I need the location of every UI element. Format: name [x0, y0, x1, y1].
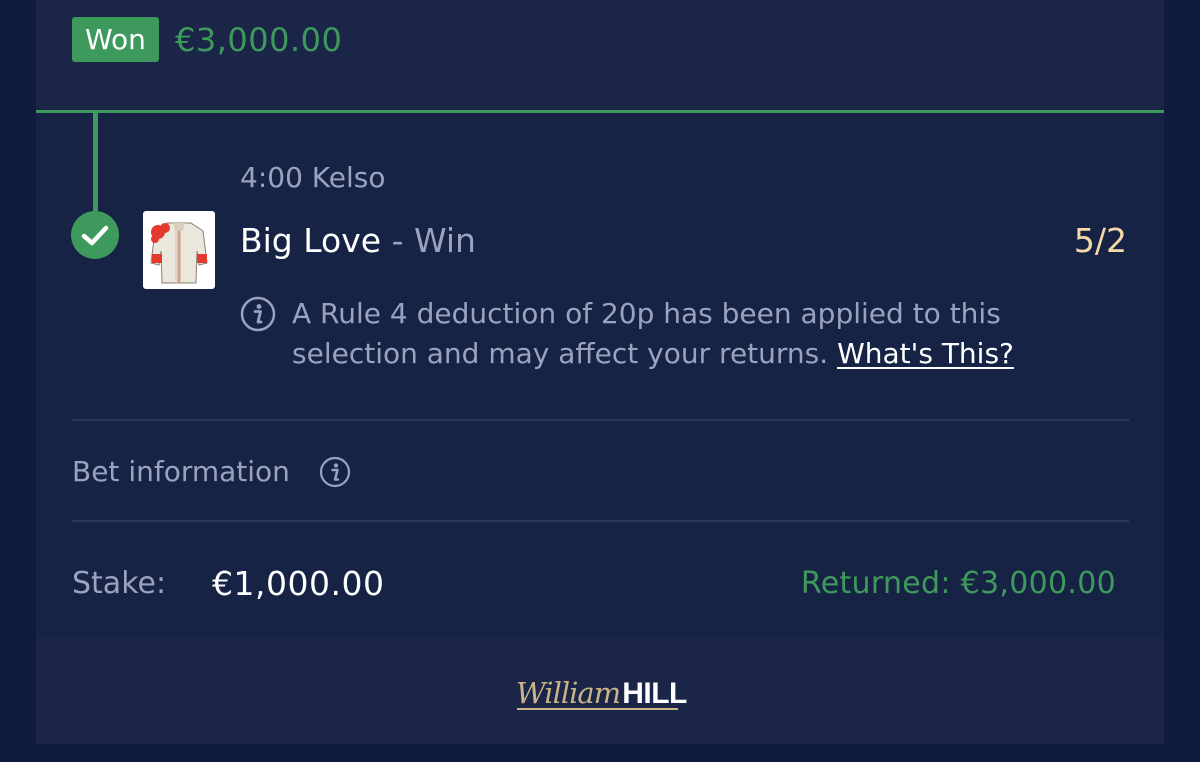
bet-card: Won €3,000.00 4:00 Kelso Big Love - Win … [36, 0, 1164, 762]
stake-label: Stake: [72, 566, 167, 601]
section-divider [72, 419, 1129, 421]
bottom-strip [36, 744, 1164, 762]
jockey-silks-icon [143, 211, 215, 289]
check-icon [71, 211, 119, 259]
section-divider [72, 520, 1129, 522]
logo-underline [517, 708, 678, 710]
odds: 5/2 [1073, 221, 1127, 260]
status-badge: Won [72, 17, 159, 62]
bet-body [36, 113, 1164, 636]
logo-bold: HILL [622, 677, 687, 710]
bet-header: Won €3,000.00 [36, 0, 1164, 110]
selection-line: Big Love - Win [240, 218, 476, 264]
info-icon [240, 296, 276, 332]
selection-separator: - [381, 221, 414, 260]
returned-amount: Returned: €3,000.00 [800, 566, 1116, 601]
winnings-amount: €3,000.00 [175, 21, 343, 59]
race-time-venue: 4:00 Kelso [240, 161, 386, 194]
footer: WilliamHILL [36, 636, 1164, 744]
market-name: Win [413, 221, 476, 260]
logo-script: William [516, 676, 621, 710]
bet-information-label[interactable]: Bet information [72, 452, 290, 492]
leg-connector-line [93, 113, 98, 215]
horse-name: Big Love [240, 221, 382, 260]
stake-value: €1,000.00 [212, 564, 385, 603]
rule4-notice: A Rule 4 deduction of 20p has been appli… [292, 294, 1112, 374]
info-icon[interactable] [319, 456, 351, 488]
whats-this-link[interactable]: What's This? [837, 337, 1014, 370]
